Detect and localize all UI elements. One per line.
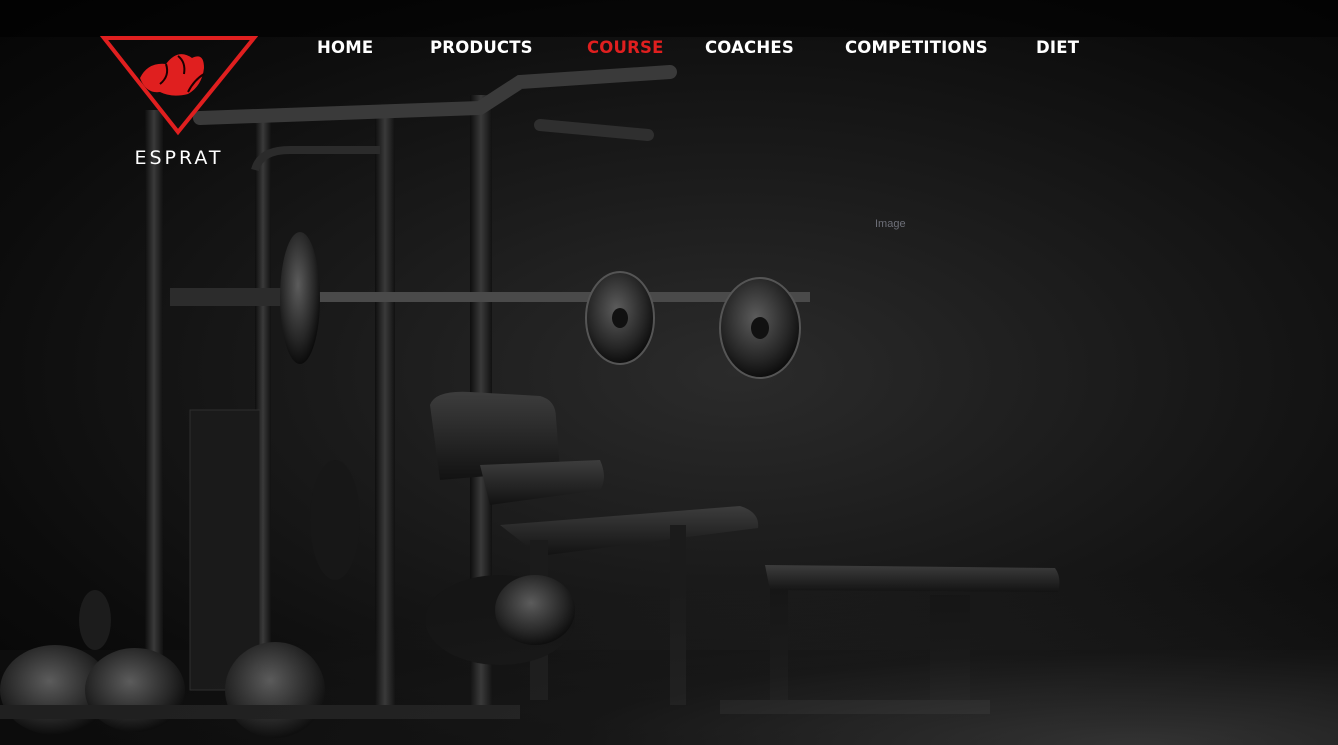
nav-item-diet[interactable]: DIET (1036, 38, 1079, 57)
image-placeholder-label: Image (875, 218, 906, 230)
floor-light-reflection (0, 560, 1338, 745)
nav-item-competitions[interactable]: COMPETITIONS (845, 38, 988, 57)
top-bar (0, 0, 1338, 37)
nav-item-products[interactable]: PRODUCTS (430, 38, 533, 57)
nav-item-course[interactable]: COURSE (587, 38, 664, 57)
page: ESPRAT HOME PRODUCTS COURSE COACHES COMP… (0, 0, 1338, 745)
nav-item-home[interactable]: HOME (317, 38, 373, 57)
nav-item-coaches[interactable]: COACHES (705, 38, 794, 57)
brand-name[interactable]: ESPRAT (104, 147, 254, 169)
